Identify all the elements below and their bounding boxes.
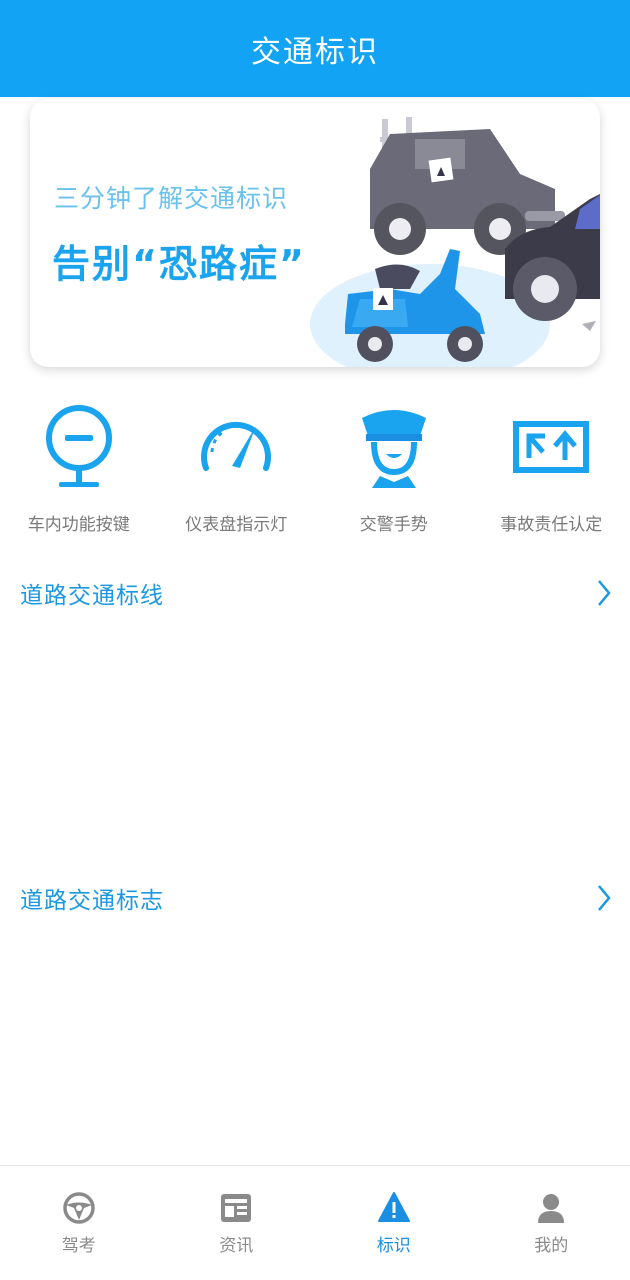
tab-news[interactable]: 资讯 — [158, 1166, 316, 1280]
steering-wheel-icon — [63, 1192, 95, 1224]
steering-button-icon — [34, 400, 124, 492]
tab-mine[interactable]: 我的 — [473, 1166, 630, 1280]
tab-label: 我的 — [534, 1236, 569, 1256]
news-icon — [221, 1194, 252, 1222]
banner-headline: 告别“恐路症” — [52, 242, 306, 286]
section-title: 道路交通标志 — [20, 888, 164, 914]
section-road-markings[interactable]: 道路交通标线 — [0, 568, 630, 618]
tab-signs[interactable]: 标识 — [315, 1166, 473, 1280]
quick-item-dashboard-lights[interactable]: 仪表盘指示灯 — [158, 400, 316, 540]
quick-label: 仪表盘指示灯 — [185, 515, 288, 535]
banner-subtitle: 三分钟了解交通标识 — [54, 184, 289, 213]
vehicles-illustration — [310, 117, 600, 367]
tab-label: 资讯 — [219, 1236, 254, 1256]
quick-item-police-gestures[interactable]: 交警手势 — [315, 400, 473, 540]
tab-label: 驾考 — [61, 1236, 96, 1256]
accident-responsibility-icon — [506, 400, 596, 492]
quick-category-row: 车内功能按键 仪表盘指示灯 交警手势 事故责任认定 — [0, 400, 630, 540]
quick-label: 车内功能按键 — [27, 515, 130, 535]
chevron-right-icon — [598, 580, 611, 606]
section-title: 道路交通标线 — [20, 583, 164, 609]
tab-label: 标识 — [376, 1236, 411, 1256]
chevron-right-icon — [598, 885, 611, 911]
warning-sign-icon — [377, 1192, 410, 1222]
top-bar: 交通标识 — [0, 0, 630, 97]
section-road-signs[interactable]: 道路交通标志 — [0, 873, 630, 923]
user-icon — [538, 1194, 565, 1223]
tab-driving-test[interactable]: 驾考 — [0, 1166, 158, 1280]
quick-label: 交警手势 — [359, 515, 428, 535]
speedometer-icon — [191, 400, 281, 492]
quick-label: 事故责任认定 — [500, 515, 603, 535]
bottom-tab-bar: 驾考 资讯 标识 我的 — [0, 1165, 630, 1280]
quick-item-car-buttons[interactable]: 车内功能按键 — [0, 400, 158, 540]
page-title: 交通标识 — [251, 34, 379, 70]
promo-banner[interactable]: 三分钟了解交通标识 告别“恐路症” — [30, 99, 600, 367]
quick-item-accident-liability[interactable]: 事故责任认定 — [473, 400, 630, 540]
traffic-police-icon — [349, 400, 439, 492]
